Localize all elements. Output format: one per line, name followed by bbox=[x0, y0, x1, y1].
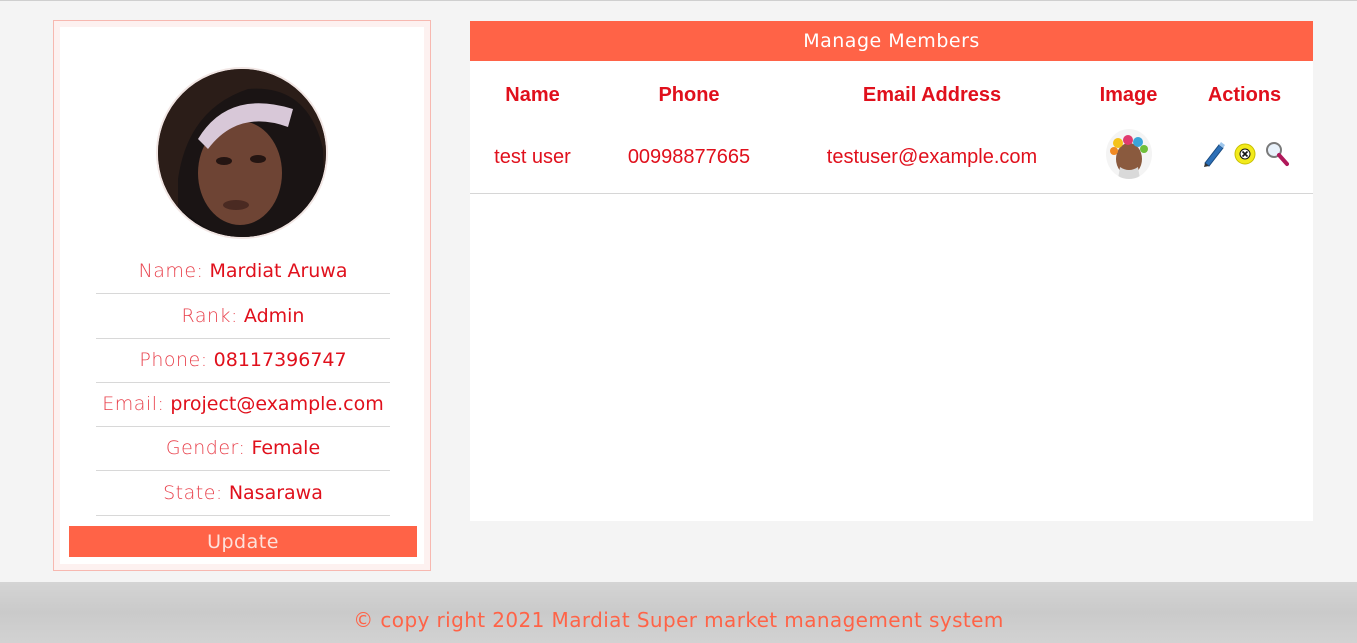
column-header-name: Name bbox=[505, 83, 560, 106]
profile-gender-row: Gender: Female bbox=[96, 426, 390, 471]
table-header-row: Name Phone Email Address Image Actions bbox=[470, 61, 1313, 129]
profile-state-label: State: bbox=[163, 482, 223, 504]
profile-gender-value: Female bbox=[251, 437, 321, 459]
top-divider bbox=[0, 0, 1357, 1]
member-photo-icon bbox=[1105, 129, 1152, 179]
column-header-email: Email Address bbox=[862, 83, 1002, 106]
profile-gender-label: Gender: bbox=[165, 437, 246, 459]
profile-phone-row: Phone: 08117396747 bbox=[96, 338, 390, 383]
profile-email-value: project@example.com bbox=[170, 393, 384, 415]
edit-icon[interactable] bbox=[1201, 141, 1225, 167]
profile-avatar bbox=[156, 67, 328, 239]
member-name-cell: test user bbox=[470, 129, 595, 194]
member-actions-cell bbox=[1176, 129, 1313, 194]
profile-name-label: Name: bbox=[138, 260, 204, 282]
user-photo-icon bbox=[158, 69, 326, 237]
page-footer: © copy right 2021 Mardiat Super market m… bbox=[0, 582, 1357, 643]
profile-rank-value: Admin bbox=[243, 305, 305, 327]
profile-state-value: Nasarawa bbox=[228, 482, 323, 504]
column-header-phone: Phone bbox=[658, 83, 720, 106]
members-table: Name Phone Email Address Image Actions t… bbox=[470, 61, 1313, 194]
column-header-image: Image bbox=[1099, 83, 1158, 106]
update-button[interactable]: Update bbox=[69, 526, 417, 557]
member-phone-cell: 00998877665 bbox=[595, 129, 783, 194]
column-header-actions: Actions bbox=[1207, 83, 1282, 106]
profile-phone-value: 08117396747 bbox=[213, 349, 347, 371]
profile-name-value: Mardiat Aruwa bbox=[209, 260, 348, 282]
profile-card-body: Name: Mardiat Aruwa Rank: Admin Phone: 0… bbox=[60, 27, 424, 564]
profile-email-row: Email: project@example.com bbox=[96, 382, 390, 427]
profile-rank-label: Rank: bbox=[181, 305, 238, 327]
view-icon[interactable] bbox=[1265, 141, 1289, 167]
profile-rank-row: Rank: Admin bbox=[96, 294, 390, 339]
profile-card: Name: Mardiat Aruwa Rank: Admin Phone: 0… bbox=[53, 20, 431, 571]
delete-icon[interactable] bbox=[1233, 141, 1257, 167]
profile-email-label: Email: bbox=[102, 393, 165, 415]
member-image-cell bbox=[1081, 129, 1176, 194]
profile-name-row: Name: Mardiat Aruwa bbox=[96, 249, 390, 294]
profile-state-row: State: Nasarawa bbox=[96, 471, 390, 516]
table-row: test user 00998877665 testuser@example.c… bbox=[470, 129, 1313, 194]
member-email-cell: testuser@example.com bbox=[783, 129, 1081, 194]
profile-phone-label: Phone: bbox=[139, 349, 208, 371]
manage-members-panel: Manage Members Name Phone Email Address … bbox=[470, 21, 1313, 521]
footer-copyright: © copy right 2021 Mardiat Super market m… bbox=[353, 607, 1004, 632]
panel-title: Manage Members bbox=[470, 21, 1313, 61]
